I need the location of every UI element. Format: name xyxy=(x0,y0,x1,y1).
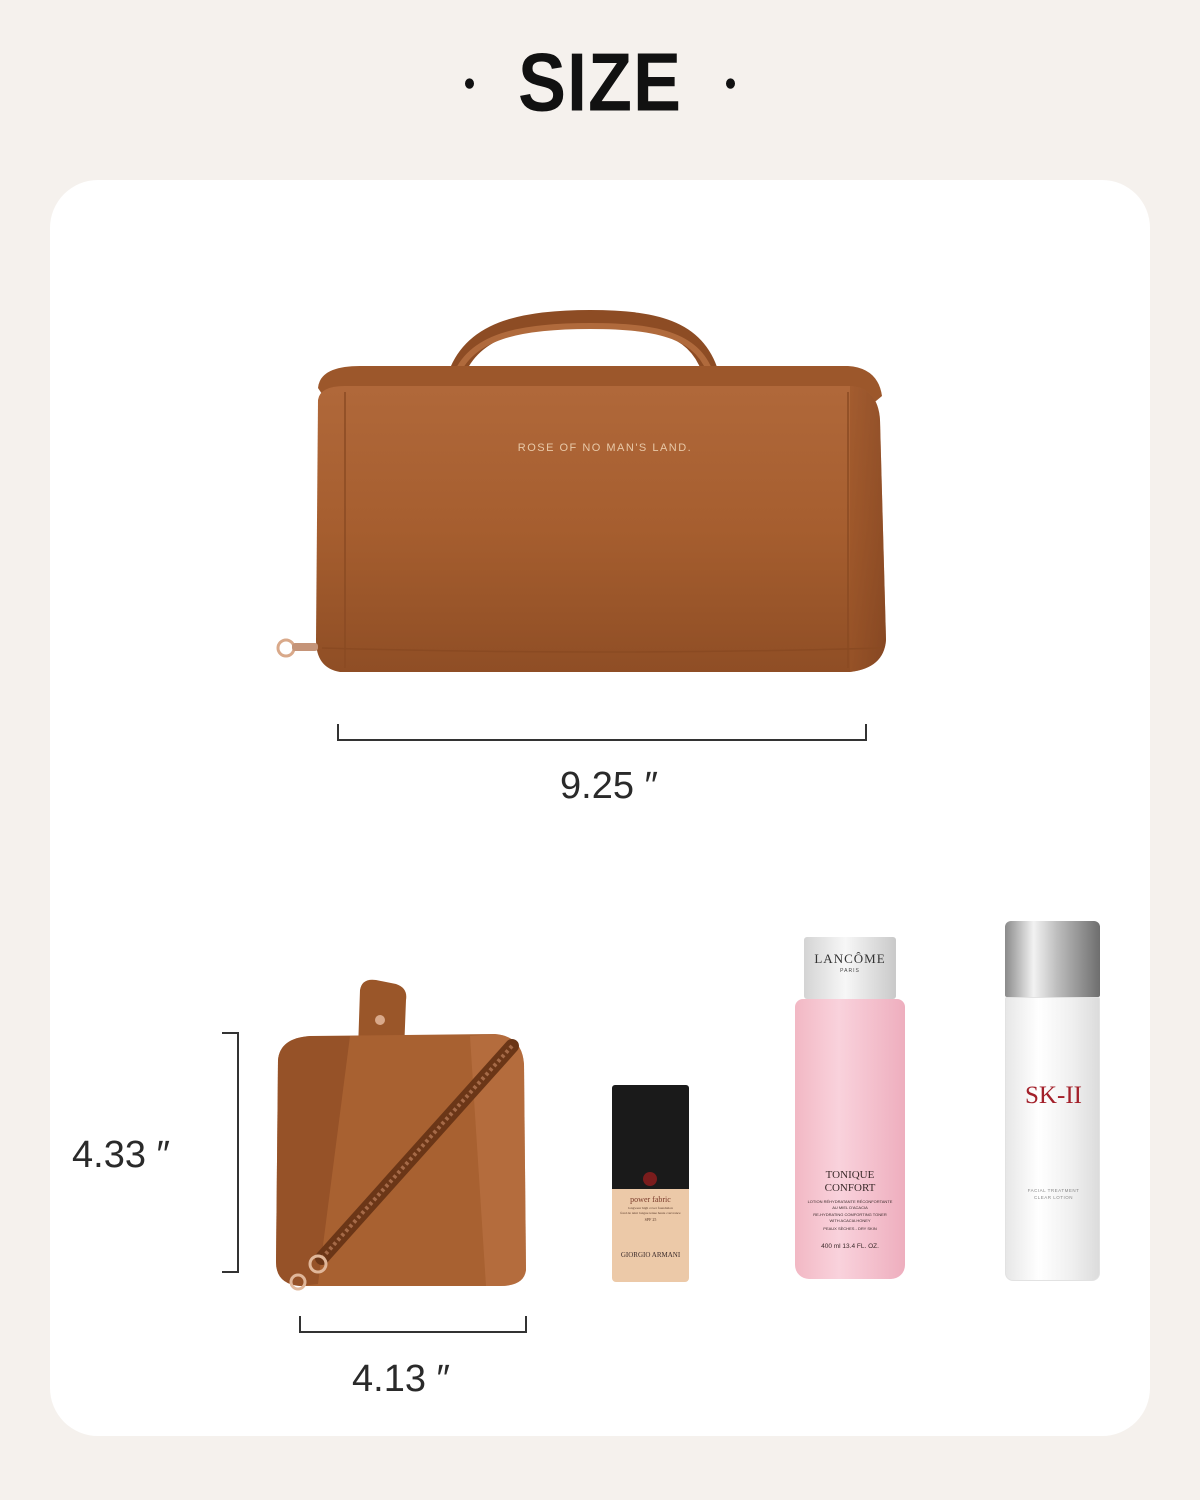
toner-desc5: PEAUX SÈCHES - DRY SKIN xyxy=(823,1226,877,1231)
depth-label: 4.13 ″ xyxy=(352,1358,450,1400)
toner-desc2: AU MIEL D'ACACIA xyxy=(832,1205,868,1210)
essence-line1: FACIAL TREATMENT xyxy=(1027,1188,1080,1193)
toner-sub: PARIS xyxy=(840,968,860,974)
armani-logo-icon xyxy=(643,1172,657,1186)
foundation-brand: GIORGIO ARMANI xyxy=(620,1251,681,1259)
toner-name2: CONFORT xyxy=(824,1182,876,1194)
foundation-cap xyxy=(612,1085,689,1189)
foundation-bottle: power fabric longwear high cover foundat… xyxy=(612,1085,689,1282)
foundation-line1: power fabric xyxy=(630,1195,671,1204)
essence-body: SK-II FACIAL TREATMENT CLEAR LOTION xyxy=(1005,997,1100,1281)
toner-volume: 400 ml 13.4 FL. OZ. xyxy=(821,1243,879,1250)
foundation-line2: longwear high cover foundation xyxy=(628,1206,673,1210)
toner-brand: LANCÔME xyxy=(814,951,886,966)
essence-bottle: SK-II FACIAL TREATMENT CLEAR LOTION xyxy=(1005,921,1100,1281)
foundation-body: power fabric longwear high cover foundat… xyxy=(612,1189,689,1282)
toner-desc1: LOTION RÉHYDRATANTE RÉCONFORTANTE xyxy=(807,1199,893,1204)
foundation-line3: fond de teint longue tenue haute couvran… xyxy=(620,1211,681,1215)
essence-line2: CLEAR LOTION xyxy=(1033,1195,1073,1200)
toner-body: TONIQUE CONFORT LOTION RÉHYDRATANTE RÉCO… xyxy=(795,999,905,1279)
toner-bottle: LANCÔME PARIS TONIQUE CONFORT LOTION RÉH… xyxy=(795,937,905,1279)
toner-desc4: WITH ACACIA HONEY xyxy=(829,1218,871,1223)
essence-brand: SK-II xyxy=(1025,1082,1082,1109)
toner-desc3: RE-HYDRATING COMFORTING TONER xyxy=(813,1212,887,1217)
toner-name1: TONIQUE xyxy=(825,1169,875,1181)
foundation-line4: SPF 25 xyxy=(644,1217,657,1222)
essence-cap xyxy=(1005,921,1100,997)
toner-cap: LANCÔME PARIS xyxy=(804,937,896,999)
